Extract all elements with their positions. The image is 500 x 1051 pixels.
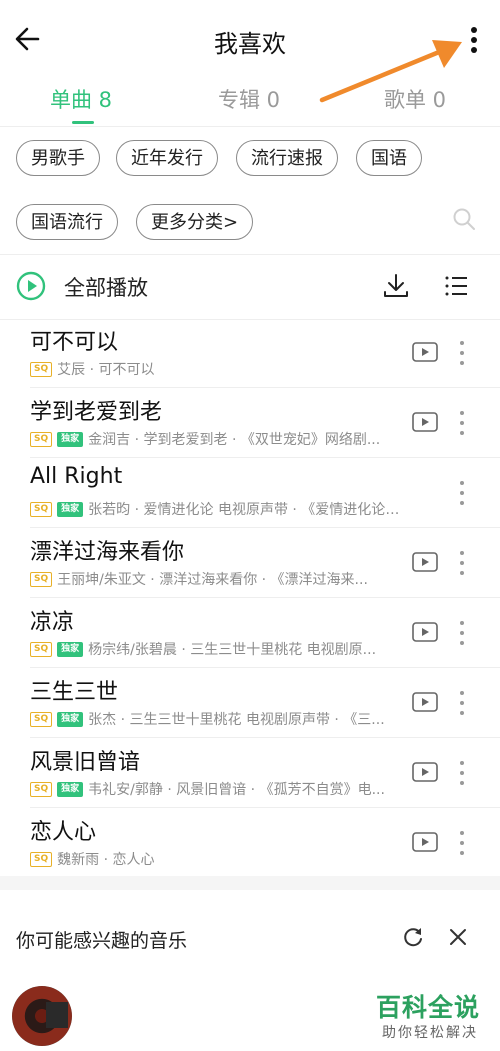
song-more-icon[interactable]: [458, 340, 466, 366]
more-options-icon[interactable]: [464, 24, 484, 56]
header: 我喜欢: [0, 0, 500, 103]
filter-chips: 男歌手 近年发行 流行速报 国语 国语流行 更多分类>: [0, 126, 500, 255]
album-overlay: [46, 1002, 68, 1028]
song-title: 风景旧曾谙: [30, 750, 141, 775]
exclusive-badge: 独家: [57, 431, 84, 447]
video-icon[interactable]: [412, 762, 438, 782]
song-row[interactable]: 三生三世 SQ 独家 张杰 · 三生三世十里桃花 电视剧原声带 · 《三...: [0, 668, 500, 738]
watermark-title: 百科全说: [376, 993, 481, 1022]
manage-list-icon[interactable]: [442, 272, 470, 300]
song-row[interactable]: 凉凉 SQ 独家 杨宗纬/张碧晨 · 三生三世十里桃花 电视剧原...: [0, 598, 500, 668]
chip-recent-release[interactable]: 近年发行: [116, 140, 218, 176]
song-title: 可不可以: [30, 330, 119, 355]
song-more-icon[interactable]: [458, 690, 466, 716]
song-title: 学到老爱到老: [30, 400, 163, 425]
song-meta: SQ 独家 张若昀 · 爱情进化论 电视原声带 · 《爱情进化论》...: [30, 500, 403, 518]
video-icon[interactable]: [412, 622, 438, 642]
sq-badge: SQ: [30, 781, 53, 797]
song-meta: SQ 独家 韦礼安/郭静 · 风景旧曾谙 · 《孤芳不自赏》电...: [30, 780, 385, 798]
song-title: 恋人心: [30, 820, 97, 845]
sq-badge: SQ: [30, 501, 53, 517]
recommend-section: 你可能感兴趣的音乐: [0, 890, 500, 981]
chip-mandarin-pop[interactable]: 国语流行: [16, 204, 118, 240]
song-row[interactable]: All Right SQ 独家 张若昀 · 爱情进化论 电视原声带 · 《爱情进…: [0, 458, 500, 528]
exclusive-badge: 独家: [57, 781, 84, 797]
tab-indicator: [72, 121, 94, 124]
recommend-title: 你可能感兴趣的音乐: [16, 930, 188, 952]
play-all-row[interactable]: 全部播放: [0, 254, 500, 320]
song-meta: SQ 艾辰 · 可不可以: [30, 360, 155, 378]
exclusive-badge: 独家: [57, 711, 84, 727]
song-more-icon[interactable]: [458, 830, 466, 856]
video-icon[interactable]: [412, 552, 438, 572]
song-more-icon[interactable]: [458, 480, 466, 506]
song-subtitle: 韦礼安/郭静 · 风景旧曾谙 · 《孤芳不自赏》电...: [88, 782, 385, 798]
song-meta: SQ 独家 金润吉 · 学到老爱到老 · 《双世宠妃》网络剧...: [30, 430, 380, 448]
chip-mandarin[interactable]: 国语: [356, 140, 422, 176]
song-row[interactable]: 漂洋过海来看你 SQ 王丽坤/朱亚文 · 漂洋过海来看你 · 《漂洋过海来...: [0, 528, 500, 598]
song-row[interactable]: 恋人心 SQ 魏新雨 · 恋人心: [0, 808, 500, 878]
song-meta: SQ 独家 杨宗纬/张碧晨 · 三生三世十里桃花 电视剧原...: [30, 640, 376, 658]
chip-more-categories[interactable]: 更多分类>: [136, 204, 254, 240]
song-more-icon[interactable]: [458, 620, 466, 646]
song-subtitle: 魏新雨 · 恋人心: [57, 852, 155, 868]
song-title: All Right: [30, 464, 123, 489]
song-row[interactable]: 风景旧曾谙 SQ 独家 韦礼安/郭静 · 风景旧曾谙 · 《孤芳不自赏》电...: [0, 738, 500, 808]
tab-songs[interactable]: 单曲 8: [50, 84, 112, 114]
song-more-icon[interactable]: [458, 760, 466, 786]
video-icon[interactable]: [412, 832, 438, 852]
tab-bar: 单曲 8 专辑 0 歌单 0: [0, 80, 500, 126]
close-icon[interactable]: [448, 927, 468, 947]
tab-playlists[interactable]: 歌单 0: [384, 84, 446, 114]
sq-badge: SQ: [30, 431, 53, 447]
song-meta: SQ 独家 张杰 · 三生三世十里桃花 电视剧原声带 · 《三...: [30, 710, 385, 728]
exclusive-badge: 独家: [57, 501, 84, 517]
section-gap: [0, 876, 500, 890]
watermark-subtitle: 助你轻松解决: [382, 1025, 478, 1041]
song-more-icon[interactable]: [458, 550, 466, 576]
search-icon[interactable]: [452, 207, 476, 231]
song-subtitle: 艾辰 · 可不可以: [57, 362, 155, 378]
song-meta: SQ 王丽坤/朱亚文 · 漂洋过海来看你 · 《漂洋过海来...: [30, 570, 368, 588]
sq-badge: SQ: [30, 711, 53, 727]
video-icon[interactable]: [412, 412, 438, 432]
song-title: 漂洋过海来看你: [30, 540, 185, 565]
refresh-icon[interactable]: [402, 926, 424, 948]
song-row[interactable]: 学到老爱到老 SQ 独家 金润吉 · 学到老爱到老 · 《双世宠妃》网络剧...: [0, 388, 500, 458]
chip-pop-express[interactable]: 流行速报: [236, 140, 338, 176]
exclusive-badge: 独家: [57, 641, 84, 657]
download-icon[interactable]: [382, 272, 410, 300]
song-subtitle: 王丽坤/朱亚文 · 漂洋过海来看你 · 《漂洋过海来...: [57, 572, 368, 588]
tab-albums[interactable]: 专辑 0: [218, 84, 280, 114]
song-subtitle: 杨宗纬/张碧晨 · 三生三世十里桃花 电视剧原...: [88, 642, 377, 658]
video-icon[interactable]: [412, 342, 438, 362]
sq-badge: SQ: [30, 641, 53, 657]
play-all-label[interactable]: 全部播放: [64, 272, 148, 302]
song-subtitle: 张杰 · 三生三世十里桃花 电视剧原声带 · 《三...: [88, 712, 385, 728]
chip-male-singer[interactable]: 男歌手: [16, 140, 100, 176]
song-meta: SQ 魏新雨 · 恋人心: [30, 850, 155, 868]
sq-badge: SQ: [30, 571, 53, 587]
song-row[interactable]: 可不可以 SQ 艾辰 · 可不可以: [0, 318, 500, 388]
song-title: 凉凉: [30, 610, 75, 635]
play-circle-icon[interactable]: [16, 271, 46, 301]
song-title: 三生三世: [30, 680, 119, 705]
song-more-icon[interactable]: [458, 410, 466, 436]
sq-badge: SQ: [30, 361, 53, 377]
mini-player[interactable]: 百科全说 助你轻松解决: [0, 980, 500, 1051]
sq-badge: SQ: [30, 851, 53, 867]
video-icon[interactable]: [412, 692, 438, 712]
song-subtitle: 张若昀 · 爱情进化论 电视原声带 · 《爱情进化论》...: [88, 502, 404, 518]
song-subtitle: 金润吉 · 学到老爱到老 · 《双世宠妃》网络剧...: [88, 432, 381, 448]
